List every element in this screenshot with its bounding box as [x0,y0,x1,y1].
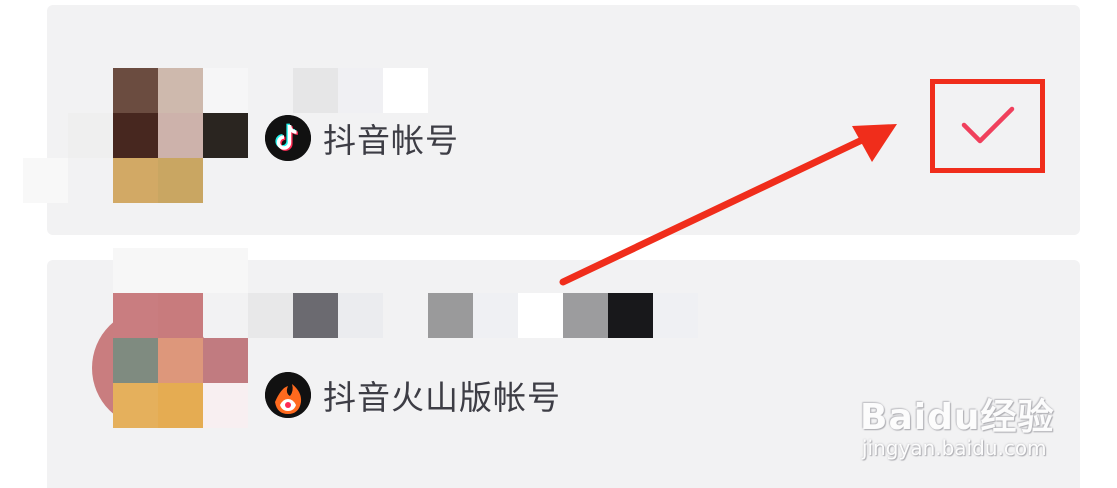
account-row-douyin: 抖音帐号 [265,115,459,161]
checkmark-icon [961,106,1014,144]
account-row-huoshan: 抖音火山版帐号 [265,372,561,418]
tiktok-logo-icon [265,115,311,161]
watermark-brand: Baidu经验 [860,397,1055,438]
account-app-label: 抖音火山版帐号 [323,378,561,417]
watermark-domain: jingyan.baidu.com [862,436,1047,460]
baidu-jingyan-watermark: Baidu经验 jingyan.baidu.com [860,380,1060,470]
selected-check-button[interactable] [930,79,1045,173]
avatar-huoshan-background [92,308,212,428]
account-app-label: 抖音帐号 [323,121,459,160]
account-card-douyin[interactable] [47,5,1080,235]
huoshan-logo-icon [265,372,311,418]
